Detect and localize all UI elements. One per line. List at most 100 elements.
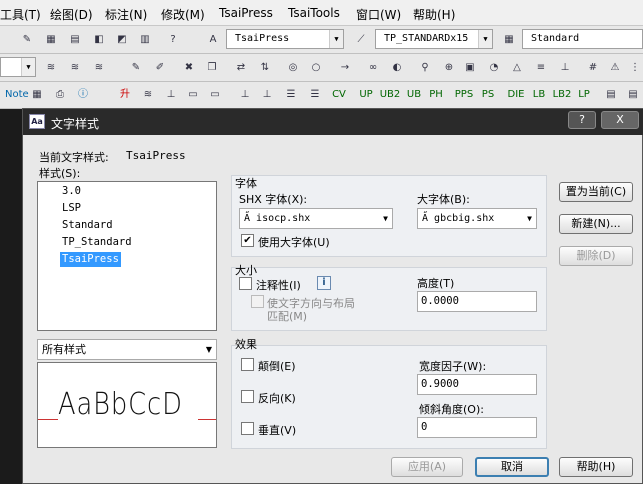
- dim-icon-1[interactable]: ⊥: [236, 85, 254, 103]
- use-big-font-checkbox[interactable]: ✔: [241, 234, 254, 247]
- pen-icon[interactable]: ✐: [151, 58, 169, 76]
- lb2-icon[interactable]: LB2: [551, 85, 573, 103]
- list-item-selected[interactable]: TsaiPress: [60, 252, 121, 267]
- stack-icon[interactable]: ≋: [139, 85, 157, 103]
- erase-icon[interactable]: ✖: [180, 58, 198, 76]
- circle-number-icon[interactable]: ◎: [284, 58, 302, 76]
- menu-window[interactable]: 窗口(W): [356, 6, 401, 23]
- zoom-icon[interactable]: ◔: [485, 58, 503, 76]
- menu-help[interactable]: 帮助(H): [413, 6, 455, 23]
- off-icon-2[interactable]: ▭: [206, 85, 224, 103]
- info-icon[interactable]: ⓘ: [74, 85, 92, 103]
- apply-button[interactable]: 应用(A): [391, 457, 463, 477]
- baseline-l-icon[interactable]: ⊥: [162, 85, 180, 103]
- ub-icon[interactable]: UB: [404, 85, 424, 103]
- number-icon[interactable]: #: [584, 58, 602, 76]
- pps-icon[interactable]: PPS: [452, 85, 476, 103]
- triangle-edit-icon[interactable]: △: [508, 58, 526, 76]
- rings-icon[interactable]: ∞: [364, 58, 382, 76]
- lb-icon[interactable]: LB: [529, 85, 549, 103]
- text-style-icon[interactable]: A: [204, 30, 222, 48]
- text-swap-icon[interactable]: ⇅: [256, 58, 274, 76]
- dim-style-combo[interactable]: TP_STANDARDx15 ▼: [375, 29, 493, 49]
- tool-palette-icon[interactable]: ▤: [66, 30, 84, 48]
- info-icon[interactable]: i: [317, 276, 331, 290]
- oblique-angle-input[interactable]: 0: [417, 417, 537, 438]
- print-block-icon[interactable]: ▤: [602, 85, 620, 103]
- delete-button[interactable]: 删除(D): [559, 246, 633, 266]
- menu-tools[interactable]: 工具(T): [0, 6, 41, 23]
- note-icon[interactable]: Note: [4, 85, 29, 103]
- match-orientation-checkbox[interactable]: [251, 295, 264, 308]
- styles-list[interactable]: 3.0 LSP Standard TP_Standard TsaiPress: [37, 181, 217, 331]
- help-icon[interactable]: ?: [164, 30, 182, 48]
- layer-combo[interactable]: ▼: [0, 57, 36, 77]
- grid-icon[interactable]: ▦: [28, 85, 46, 103]
- dim-icon-2[interactable]: ⊥: [258, 85, 276, 103]
- new-button[interactable]: 新建(N)...: [559, 214, 633, 234]
- close-button[interactable]: X: [601, 111, 639, 129]
- ph-icon[interactable]: PH: [426, 85, 446, 103]
- circles-icon[interactable]: ○: [307, 58, 325, 76]
- link-icon[interactable]: ⚲: [416, 58, 434, 76]
- block-icon-2[interactable]: ☰: [306, 85, 324, 103]
- baseline-icon[interactable]: ⊥: [556, 58, 574, 76]
- ub2-icon[interactable]: UB2: [378, 85, 402, 103]
- list-item[interactable]: 3.0: [60, 184, 83, 199]
- text-replace-icon[interactable]: ⇄: [232, 58, 250, 76]
- table-style-icon[interactable]: ▦: [500, 30, 518, 48]
- help-button[interactable]: ?: [568, 111, 596, 129]
- print-icon[interactable]: ⎙: [51, 85, 69, 103]
- big-font-select[interactable]: A̋ gbcbig.shx ▼: [417, 208, 537, 229]
- list-item[interactable]: TP_Standard: [60, 235, 134, 250]
- lp-icon[interactable]: LP: [574, 85, 594, 103]
- properties-icon[interactable]: ✎: [18, 30, 36, 48]
- list-item[interactable]: Standard: [60, 218, 115, 233]
- copy-icon[interactable]: ❐: [203, 58, 221, 76]
- menu-tsaipress[interactable]: TsaiPress: [219, 6, 273, 20]
- warning-icon[interactable]: ⚠: [606, 58, 624, 76]
- dialog-titlebar[interactable]: Aa 文字样式 ? X: [23, 109, 643, 135]
- annotative-checkbox[interactable]: [239, 277, 252, 290]
- design-center-icon[interactable]: ▦: [42, 30, 60, 48]
- width-factor-input[interactable]: 0.9000: [417, 374, 537, 395]
- style-filter-select[interactable]: 所有样式 ▼: [37, 339, 217, 360]
- layer-icon[interactable]: ≋: [42, 58, 60, 76]
- upside-down-checkbox[interactable]: [241, 358, 254, 371]
- text-style-combo[interactable]: TsaiPress ▼: [226, 29, 344, 49]
- table-style-combo[interactable]: Standard: [522, 29, 643, 49]
- print-block-icon-2[interactable]: ▤: [624, 85, 642, 103]
- target-icon[interactable]: ⊕: [440, 58, 458, 76]
- block-icon-1[interactable]: ☰: [282, 85, 300, 103]
- height-input[interactable]: 0.0000: [417, 291, 537, 312]
- cancel-button[interactable]: 取消: [475, 457, 549, 477]
- menu-dimension[interactable]: 标注(N): [105, 6, 147, 23]
- pencil-icon[interactable]: ✎: [127, 58, 145, 76]
- up-icon[interactable]: UP: [356, 85, 376, 103]
- more-icon[interactable]: ⋮: [626, 58, 643, 76]
- ps-icon[interactable]: PS: [478, 85, 498, 103]
- lcp-icon[interactable]: ◐: [388, 58, 406, 76]
- die-icon[interactable]: DIE: [505, 85, 527, 103]
- backwards-checkbox[interactable]: [241, 390, 254, 403]
- help-dialog-button[interactable]: 帮助(H): [559, 457, 633, 477]
- list-item[interactable]: LSP: [60, 201, 83, 216]
- vertical-checkbox[interactable]: [241, 422, 254, 435]
- lines-icon[interactable]: ≡: [532, 58, 550, 76]
- layer-states-icon[interactable]: ≋: [66, 58, 84, 76]
- set-current-button[interactable]: 置为当前(C): [559, 182, 633, 202]
- markup-icon[interactable]: ◩: [113, 30, 131, 48]
- shx-font-select[interactable]: A̋ isocp.shx ▼: [239, 208, 393, 229]
- layer-previous-icon[interactable]: ≋: [90, 58, 108, 76]
- menu-draw[interactable]: 绘图(D): [50, 6, 93, 23]
- dim-style-icon[interactable]: ⟋: [352, 30, 370, 48]
- menu-modify[interactable]: 修改(M): [161, 6, 205, 23]
- menu-tsaitools[interactable]: TsaiTools: [288, 6, 340, 20]
- arrow-icon[interactable]: →: [336, 58, 354, 76]
- cv-icon[interactable]: CV: [329, 85, 349, 103]
- off-icon-1[interactable]: ▭: [184, 85, 202, 103]
- calculator-icon[interactable]: ▥: [136, 30, 154, 48]
- sheet-set-icon[interactable]: ◧: [90, 30, 108, 48]
- sheng-icon[interactable]: 升: [116, 85, 134, 103]
- frame-icon[interactable]: ▣: [461, 58, 479, 76]
